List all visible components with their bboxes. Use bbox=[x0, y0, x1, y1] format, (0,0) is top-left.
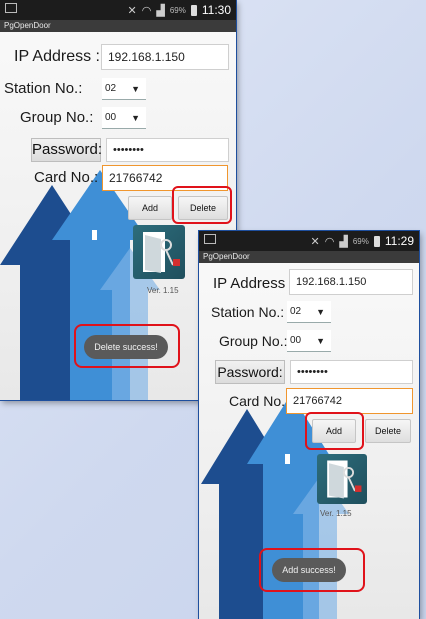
password-label: Password: bbox=[31, 138, 102, 162]
status-bar: ✕ ◠ ▟ 69% 11:30 bbox=[0, 0, 236, 20]
toast-highlight-ring bbox=[74, 324, 180, 368]
door-key-icon[interactable] bbox=[133, 225, 185, 279]
station-no-value: 02 bbox=[290, 306, 302, 317]
station-no-dropdown[interactable]: 02 ▼ bbox=[102, 78, 146, 100]
add-highlight-ring bbox=[305, 412, 364, 450]
station-no-label: Station No.: bbox=[4, 80, 83, 97]
ip-address-input[interactable]: 192.168.1.150 bbox=[101, 44, 229, 70]
battery-percent: 69% bbox=[169, 5, 186, 15]
dropdown-caret-icon: ▼ bbox=[316, 307, 325, 317]
wifi-icon: ◠ bbox=[324, 235, 335, 248]
wifi-icon: ◠ bbox=[141, 4, 152, 17]
battery-icon bbox=[190, 4, 197, 16]
group-no-dropdown[interactable]: 00 ▼ bbox=[102, 107, 146, 129]
clock: 11:30 bbox=[201, 3, 231, 17]
app-title: PgOpenDoor bbox=[0, 20, 236, 32]
station-no-dropdown[interactable]: 02 ▼ bbox=[287, 301, 331, 323]
dropdown-caret-icon: ▼ bbox=[316, 336, 325, 346]
group-no-label: Group No.: bbox=[219, 333, 288, 349]
screenshot-add: ✕ ◠ ▟ 69% 11:29 PgOpenDoor IP Address : … bbox=[199, 231, 419, 619]
app-title: PgOpenDoor bbox=[199, 251, 419, 263]
card-no-label: Card No.: bbox=[229, 393, 289, 409]
version-text: Ver. 1.15 bbox=[320, 509, 352, 518]
picture-icon bbox=[5, 3, 17, 13]
door-key-icon[interactable] bbox=[317, 454, 367, 504]
signal-icon: ▟ bbox=[339, 235, 348, 248]
delete-highlight-ring bbox=[172, 186, 232, 224]
add-button[interactable]: Add bbox=[128, 196, 172, 220]
card-no-input[interactable]: 21766742 bbox=[286, 388, 413, 414]
group-no-dropdown[interactable]: 00 ▼ bbox=[287, 330, 331, 352]
clock: 11:29 bbox=[384, 234, 414, 248]
password-label: Password: bbox=[215, 360, 285, 384]
dropdown-caret-icon: ▼ bbox=[131, 113, 140, 123]
password-input[interactable]: •••••••• bbox=[290, 360, 413, 384]
version-text: Ver. 1.15 bbox=[147, 286, 179, 295]
delete-button[interactable]: Delete bbox=[365, 419, 411, 443]
station-no-label: Station No.: bbox=[211, 304, 285, 320]
group-no-value: 00 bbox=[105, 112, 117, 123]
group-no-value: 00 bbox=[290, 335, 302, 346]
dropdown-caret-icon: ▼ bbox=[131, 84, 140, 94]
ip-address-label: IP Address : bbox=[213, 275, 294, 292]
ip-address-label: IP Address : bbox=[14, 48, 100, 65]
group-no-label: Group No.: bbox=[20, 109, 94, 126]
battery-icon bbox=[373, 235, 380, 247]
mute-icon: ✕ bbox=[310, 235, 320, 248]
station-no-value: 02 bbox=[105, 83, 117, 94]
mute-icon: ✕ bbox=[127, 4, 137, 17]
battery-percent: 69% bbox=[352, 236, 369, 246]
card-no-label: Card No.: bbox=[34, 169, 99, 186]
toast-highlight-ring bbox=[259, 548, 365, 592]
ip-address-input[interactable]: 192.168.1.150 bbox=[289, 269, 413, 295]
signal-icon: ▟ bbox=[156, 4, 165, 17]
password-input[interactable]: •••••••• bbox=[106, 138, 229, 162]
picture-icon bbox=[204, 234, 216, 244]
status-bar: ✕ ◠ ▟ 69% 11:29 bbox=[199, 231, 419, 251]
